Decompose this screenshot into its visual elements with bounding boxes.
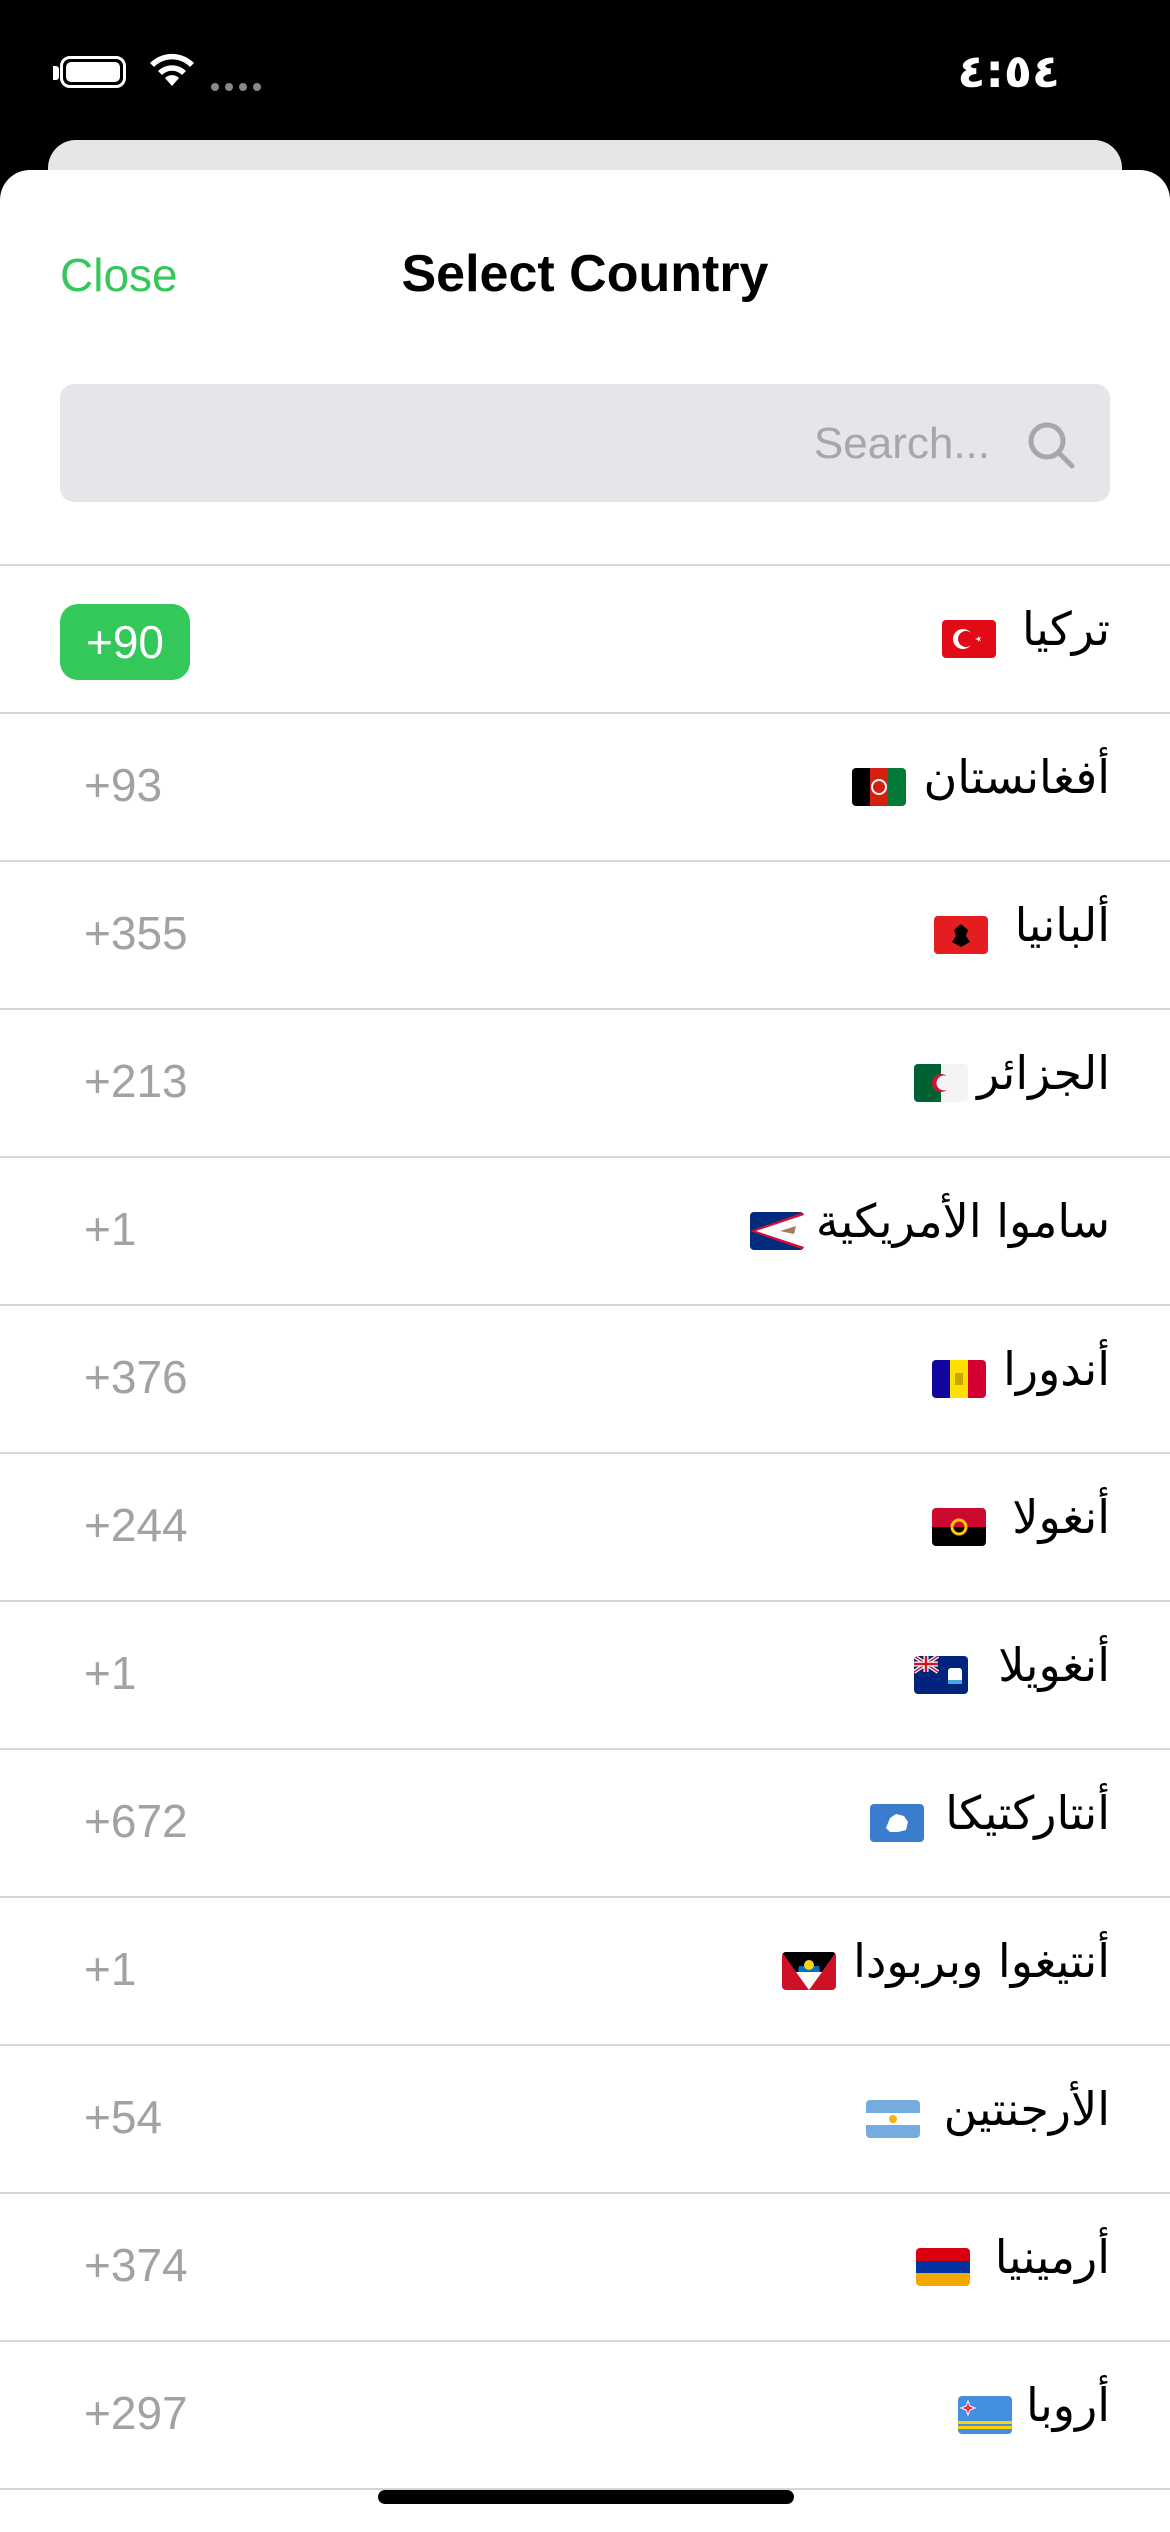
dial-code: +213 — [84, 1055, 188, 1107]
selected-dial-code: +90 — [60, 604, 190, 680]
afghanistan-flag-icon — [852, 768, 906, 806]
close-button[interactable]: Close — [60, 248, 178, 302]
search-input[interactable] — [188, 384, 992, 504]
country-row[interactable]: +213 الجزائر — [0, 1010, 1170, 1158]
country-name: أفغانستان — [923, 750, 1111, 804]
status-bar: ٤:٥٤ — [0, 0, 1170, 150]
country-picker-sheet: Select Country Close +90 تركيا — [0, 170, 1170, 2532]
country-name: أنتيغوا وبربودا — [853, 1934, 1110, 1988]
cellular-signal-icon — [211, 83, 261, 91]
algeria-flag-icon — [914, 1064, 968, 1102]
search-bar[interactable] — [60, 384, 1110, 504]
dial-code: +672 — [84, 1795, 188, 1847]
phone-screen: ٤:٥٤ Select Country Close +90 — [0, 0, 1170, 2532]
country-row[interactable]: +1 أنتيغوا وبربودا — [0, 1898, 1170, 2046]
andorra-flag-icon — [932, 1360, 986, 1398]
armenia-flag-icon — [916, 2248, 970, 2286]
aruba-flag-icon — [958, 2396, 1012, 2434]
country-row[interactable]: +54 الأرجنتين — [0, 2046, 1170, 2194]
angola-flag-icon — [932, 1508, 986, 1546]
antarctica-flag-icon — [870, 1804, 924, 1842]
country-name: أندورا — [1003, 1342, 1110, 1396]
country-row[interactable]: +355 ألبانيا — [0, 862, 1170, 1010]
dial-code: +54 — [84, 2091, 163, 2143]
country-row[interactable]: +90 تركيا — [0, 566, 1170, 714]
dial-code: +355 — [84, 907, 188, 959]
dial-code: +244 — [84, 1499, 188, 1551]
search-icon — [1028, 422, 1075, 469]
country-row[interactable]: +297 أروبا — [0, 2342, 1170, 2490]
albania-flag-icon — [934, 916, 988, 954]
country-name: أنغولا — [1012, 1490, 1110, 1544]
battery-cap — [53, 66, 59, 80]
anguilla-flag-icon — [914, 1656, 968, 1694]
country-name: أنغويلا — [998, 1638, 1110, 1692]
american-samoa-flag-icon — [750, 1212, 804, 1250]
country-row[interactable]: +376 أندورا — [0, 1306, 1170, 1454]
status-time: ٤:٥٤ — [957, 44, 1060, 98]
antigua-flag-icon — [782, 1952, 836, 1990]
turkey-flag-icon — [942, 620, 996, 658]
country-row[interactable]: +93 أفغانستان — [0, 714, 1170, 862]
dial-code: +1 — [84, 1647, 137, 1699]
country-name: أروبا — [1025, 2378, 1110, 2432]
country-name: أرمينيا — [994, 2230, 1110, 2284]
country-row[interactable]: +374 أرمينيا — [0, 2194, 1170, 2342]
dial-code: +1 — [84, 1203, 137, 1255]
country-name: الجزائر — [977, 1046, 1110, 1100]
wifi-icon — [150, 53, 194, 86]
home-indicator[interactable] — [378, 2490, 794, 2504]
dial-code: +1 — [84, 1943, 137, 1995]
dial-code: +374 — [84, 2239, 188, 2291]
country-list: +90 تركيا +93 أفغانستان +355 ألبانيا +21… — [0, 564, 1170, 2490]
country-name: ساموا الأمريكية — [815, 1194, 1110, 1248]
country-name: الأرجنتين — [943, 2082, 1110, 2136]
country-row[interactable]: +1 أنغويلا — [0, 1602, 1170, 1750]
country-row[interactable]: +244 أنغولا — [0, 1454, 1170, 1602]
battery-icon — [60, 56, 126, 88]
country-row[interactable]: +672 أنتاركتيكا — [0, 1750, 1170, 1898]
dial-code: +376 — [84, 1351, 188, 1403]
dial-code: +93 — [84, 759, 163, 811]
argentina-flag-icon — [866, 2100, 920, 2138]
country-name: أنتاركتيكا — [945, 1786, 1110, 1840]
dial-code: +297 — [84, 2387, 188, 2439]
country-row[interactable]: +1 ساموا الأمريكية — [0, 1158, 1170, 1306]
country-name: ألبانيا — [1014, 898, 1110, 952]
country-name: تركيا — [1022, 602, 1110, 656]
